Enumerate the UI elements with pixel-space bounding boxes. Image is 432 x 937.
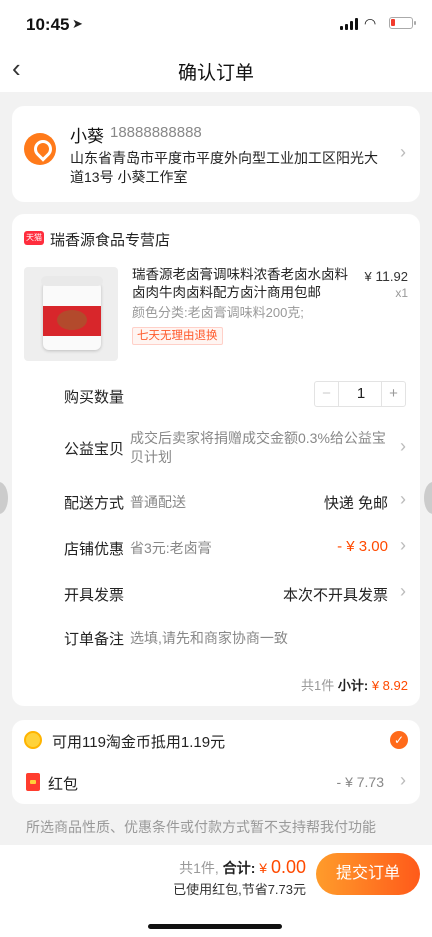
charity-label: 公益宝贝 [64, 441, 125, 458]
side-handle-left [0, 482, 8, 514]
side-handle-right [424, 482, 432, 514]
notice-text: 所选商品性质、优惠条件或付款方式暂不支持帮我付功能 [26, 819, 376, 835]
note-label: 订单备注 [64, 631, 125, 648]
address-card[interactable]: 小葵 18888888888 山东省青岛市平度市平度外向型工业加工区阳光大道13… [12, 106, 420, 202]
checkmark-icon[interactable]: ✓ [390, 731, 408, 749]
bottom-bar: 共1件, 合计: ¥ 0.00 已使用红包,节省7.73元 提交订单 [0, 845, 432, 937]
shipping-method: 普通配送 [130, 494, 186, 510]
subtotal-count: 共1件 [301, 678, 335, 693]
discount-value: - ¥ 3.00 [337, 538, 388, 555]
product-image[interactable] [24, 267, 118, 361]
status-bar: 10:45 ➤ ◠ [0, 0, 432, 50]
location-arrow-icon: ➤ [72, 16, 83, 31]
saved-text: 已使用红包,节省7.73元 [173, 882, 306, 897]
invoice-label: 开具发票 [64, 587, 125, 604]
decrement-button[interactable]: − [315, 382, 339, 406]
product-sku: 颜色分类:老卤膏调味料200克; [132, 305, 304, 320]
order-card: 天猫 瑞香源食品专营店 瑞香源老卤膏调味料浓香老卤水卤料卤肉牛肉卤料配方卤汁商用… [12, 214, 420, 706]
chevron-right-icon: › [400, 142, 406, 162]
address-text: 山东省青岛市平度市平度外向型工业加工区阳光大道13号 小葵工作室 [70, 149, 390, 187]
discount-desc: 省3元:老卤膏 [130, 540, 212, 556]
total-currency: ¥ [259, 860, 268, 876]
total-summary: 共1件, 合计: ¥ 0.00 [179, 857, 306, 878]
subtotal-value: ¥ 8.92 [371, 678, 408, 693]
price-currency: ¥ [364, 269, 372, 284]
red-packet-label[interactable]: 红包 [48, 773, 78, 794]
location-pin-icon [24, 133, 56, 165]
chevron-right-icon: › [400, 535, 406, 555]
nav-bar: ‹ 确认订单 [0, 50, 432, 92]
battery-icon [389, 17, 416, 29]
price-integer: 11 [375, 268, 390, 284]
product-quantity: x1 [395, 286, 408, 300]
total-count: 共1件, [179, 860, 219, 876]
charity-text: 成交后卖家将捐赠成交金额0.3%给公益宝贝计划 [130, 430, 386, 465]
discounts-card: 可用119淘金币抵用1.19元 ✓ 红包 - ¥ 7.73 › [12, 720, 420, 804]
signal-icon [340, 18, 360, 30]
product-price: ¥ 11.92 [365, 268, 408, 284]
shipping-label: 配送方式 [64, 495, 125, 512]
coins-text: 可用119淘金币抵用1.19元 [52, 734, 226, 751]
invoice-value: 本次不开具发票 [282, 587, 388, 604]
wifi-icon: ◠ [364, 15, 377, 31]
note-input[interactable]: 选填,请先和商家协商一致 [130, 628, 288, 648]
product-title[interactable]: 瑞香源老卤膏调味料浓香老卤水卤料卤肉牛肉卤料配方卤汁商用包邮 [132, 266, 354, 302]
coin-icon [24, 731, 42, 749]
chevron-right-icon: › [400, 581, 406, 601]
subtotal-label: 小计: [337, 678, 369, 693]
address-line-2: 号 小葵工作室 [99, 169, 188, 185]
page-title: 确认订单 [177, 63, 254, 84]
quantity-label: 购买数量 [64, 389, 125, 406]
chevron-right-icon: › [400, 770, 406, 790]
discount-label: 店铺优惠 [64, 541, 125, 558]
note-row[interactable]: 订单备注 选填,请先和商家协商一致 [12, 622, 420, 652]
price-decimal: .92 [389, 269, 408, 284]
red-packet-value: - ¥ 7.73 [336, 774, 384, 790]
home-indicator [148, 924, 282, 929]
invoice-row[interactable]: 开具发票 本次不开具发票 › [12, 578, 420, 608]
discount-row[interactable]: 店铺优惠 省3元:老卤膏 - ¥ 3.00 › [12, 532, 420, 562]
chevron-right-icon: › [400, 436, 406, 456]
tmall-icon: 天猫 [24, 231, 44, 245]
total-value: 0.00 [270, 857, 306, 877]
increment-button[interactable]: + [381, 382, 405, 406]
submit-order-button[interactable]: 提交订单 [316, 853, 420, 895]
recipient-phone: 18888888888 [110, 124, 202, 141]
shop-name[interactable]: 瑞香源食品专营店 [50, 229, 170, 250]
quantity-stepper[interactable]: − 1 + [314, 381, 406, 407]
total-label: 合计: [222, 860, 256, 876]
recipient-name: 小葵 [70, 127, 104, 146]
return-badge: 七天无理由退换 [132, 327, 223, 345]
quantity-value[interactable]: 1 [339, 382, 383, 406]
red-packet-icon [26, 773, 40, 791]
shipping-row[interactable]: 配送方式 普通配送 快递 免邮 › [12, 486, 420, 516]
chevron-right-icon: › [400, 489, 406, 509]
subtotal: 共1件 小计: ¥ 8.92 [301, 675, 408, 694]
shipping-value: 快递 免邮 [323, 495, 388, 512]
status-time: 10:45 [26, 15, 70, 34]
